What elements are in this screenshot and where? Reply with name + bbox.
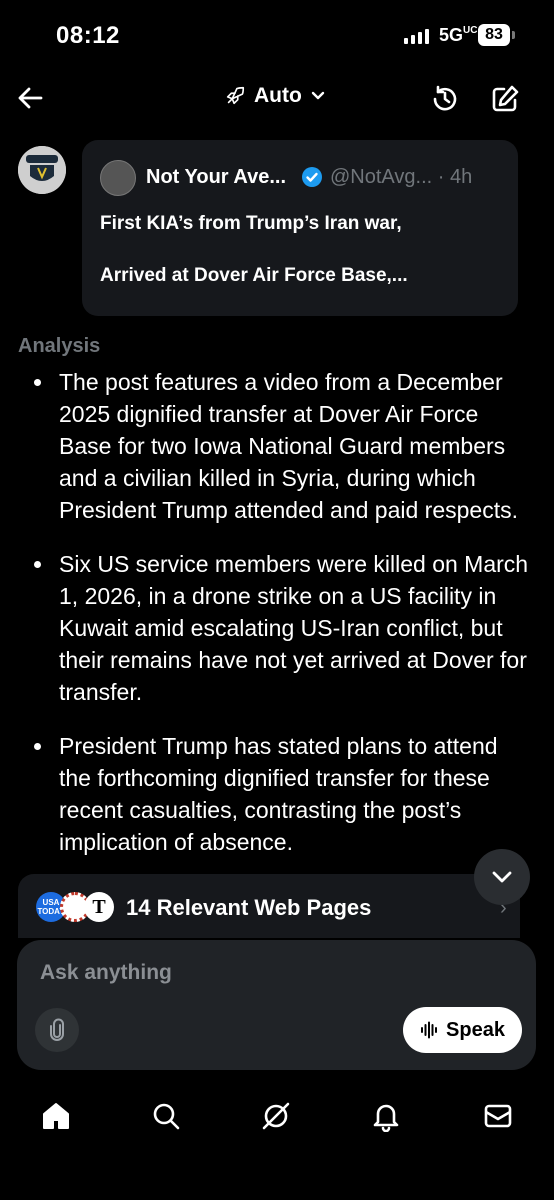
speak-button[interactable]: Speak	[403, 1007, 522, 1053]
quoted-text-line: First KIA’s from Trump’s Iran war,	[100, 213, 402, 234]
scroll-down-button[interactable]	[474, 849, 530, 905]
tab-notifications[interactable]	[370, 1100, 402, 1133]
mail-icon	[484, 1104, 512, 1128]
search-icon	[153, 1103, 180, 1130]
analysis-bullet: President Trump has stated plans to atte…	[30, 730, 530, 858]
compose-icon	[492, 85, 519, 112]
quoted-author-avatar	[100, 160, 136, 196]
nytimes-favicon-icon: T	[84, 892, 114, 922]
ask-input[interactable]	[40, 961, 480, 985]
analysis-list: The post features a video from a Decembe…	[30, 366, 530, 880]
network-label: 5G	[439, 25, 464, 45]
avatar[interactable]	[18, 146, 66, 194]
airborne-patch-icon	[18, 146, 66, 194]
bullet-dot	[34, 379, 41, 386]
mode-label: Auto	[254, 84, 302, 107]
analysis-bullet-text: The post features a video from a Decembe…	[59, 369, 519, 523]
tab-messages[interactable]	[482, 1100, 514, 1132]
network-sup: UC	[463, 25, 478, 36]
quoted-handle-time: @NotAvg... · 4h	[330, 166, 473, 188]
analysis-heading: Analysis	[18, 335, 101, 357]
rocket-icon	[226, 86, 245, 105]
bell-icon	[373, 1104, 399, 1133]
new-chat-button[interactable]	[490, 84, 520, 114]
analysis-bullet-text: Six US service members were killed on Ma…	[59, 551, 529, 705]
analysis-bullet: The post features a video from a Decembe…	[30, 366, 530, 526]
grok-icon	[262, 1102, 290, 1130]
paperclip-icon	[50, 1018, 64, 1041]
web-pages-label: 14 Relevant Web Pages	[126, 895, 372, 920]
signal-icon	[404, 28, 429, 44]
quoted-text-line: Arrived at Dover Air Force Base,...	[100, 265, 408, 286]
mode-selector[interactable]: Auto	[224, 84, 326, 108]
chevron-down-icon	[311, 91, 325, 100]
network-indicator: 5GUC	[439, 25, 477, 46]
back-button[interactable]	[16, 84, 44, 112]
chevron-down-icon	[492, 871, 512, 883]
status-time: 08:12	[56, 22, 120, 49]
history-button[interactable]	[430, 84, 460, 114]
bullet-dot	[34, 743, 41, 750]
history-icon	[433, 85, 457, 111]
speak-label: Speak	[446, 1018, 505, 1041]
home-icon	[43, 1103, 69, 1129]
tab-grok[interactable]	[260, 1100, 292, 1132]
bullet-dot	[34, 561, 41, 568]
tab-search[interactable]	[150, 1100, 182, 1132]
battery-indicator: 83	[478, 24, 510, 46]
analysis-bullet: Six US service members were killed on Ma…	[30, 548, 530, 708]
quoted-author-name: Not Your Ave...	[146, 166, 287, 188]
battery-icon	[512, 31, 515, 39]
verified-badge-icon	[301, 166, 323, 188]
attach-button[interactable]	[35, 1008, 79, 1052]
tab-home[interactable]	[40, 1100, 72, 1132]
voice-wave-icon	[421, 1021, 438, 1039]
analysis-bullet-text: President Trump has stated plans to atte…	[59, 733, 498, 855]
arrow-left-icon	[18, 87, 43, 109]
